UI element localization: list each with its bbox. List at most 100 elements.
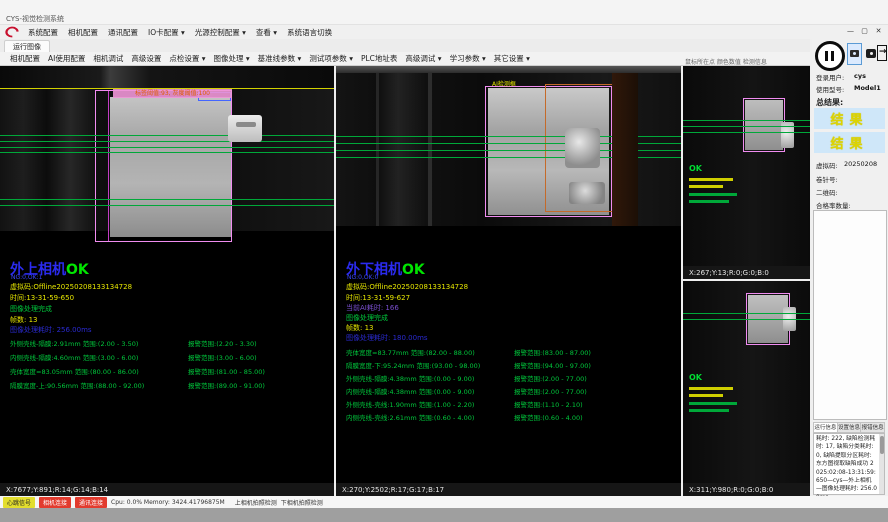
ng-ok-counter: NG:0,OK:1 [11, 274, 42, 281]
camera-toggle-button-selected[interactable] [847, 43, 862, 65]
camera-image-aux-bottom[interactable]: OK [683, 281, 810, 483]
side-control-panel: → 登录用户: cys 使用型号: Model1 总结果: 结果 结果 虚拟码:… [812, 38, 888, 496]
overlay-green-line [683, 319, 810, 320]
pixel-coords-readout: X:270;Y:2502;R:17;G:17;B:17 [336, 483, 681, 496]
measurement-row: 内侧壳线-壳线:2.61mm 范围:(0.60 - 4.00) 报警范围:(0.… [346, 412, 677, 422]
pixel-coords-readout: X:311;Y:980;R:0;G:0;B:0 [683, 483, 810, 496]
result-list-box[interactable] [813, 210, 887, 420]
lower-camera-task: 下相机拍照检测 [281, 498, 323, 507]
menu-language-switch[interactable]: 系统语言切换 [282, 25, 337, 40]
pixel-coords-readout: X:267;Y:13;R:0;G:0;B:0 [683, 266, 810, 279]
tool-advanced-debug[interactable]: 高级调试 ▾ [401, 52, 445, 65]
tab-settings-info[interactable]: 设置信息 [837, 422, 861, 433]
measurement-value: 外侧壳线-隔膜:4.38mm 范围:(0.00 - 9.00) [346, 373, 514, 383]
window-title: CYS-视觉检测系统 [6, 14, 64, 24]
image-top-band [336, 66, 681, 73]
alarm-range: 报警范围:(2.00 - 77.00) [514, 386, 587, 396]
frame-count-line: 帧数: 13 [10, 315, 38, 325]
measurement-row: 隔膜宽度-上:90.56mm 范围:(88.00 - 92.00) 报警范围:(… [10, 380, 330, 390]
login-user-value: cys [854, 72, 866, 80]
model-value: Model1 [854, 84, 881, 92]
qr-label: 二维码: [816, 187, 838, 197]
barcode-label: 虚拟码: [816, 160, 838, 170]
measurement-value: 隔膜宽度-上:90.56mm 范围:(88.00 - 92.00) [10, 380, 188, 390]
overlay-green-line [0, 205, 334, 206]
tool-test-params[interactable]: 测试项参数 ▾ [305, 52, 357, 65]
alarm-range: 报警范围:(94.00 - 97.00) [514, 360, 591, 370]
mouse-pixel-caption: 鼠标所在点 颜色数值 检测信息 [685, 57, 767, 66]
time-line: 时间:13-31-59-627 [346, 293, 410, 303]
menu-view[interactable]: 查看 ▾ [251, 25, 282, 40]
tool-other-settings[interactable]: 其它设置 ▾ [490, 52, 534, 65]
tool-advanced-settings[interactable]: 高级设置 [127, 52, 165, 65]
pixel-coords-readout: X:7677;Y:891;R:14;G:14;B:14 [0, 483, 334, 496]
exit-arrow-icon: → [879, 47, 887, 57]
camera-image-lower[interactable]: AI检测框 [336, 66, 681, 226]
tool-camera-config[interactable]: 相机配置 [6, 52, 44, 65]
status-bar: 心跳信号 相机连接 通讯连接 Cpu: 0.0% Memory: 3424.41… [0, 496, 888, 508]
cpu-memory-readout: Cpu: 0.0% Memory: 3424.41796875M [111, 499, 225, 506]
menu-bar: 系统配置 相机配置 通讯配置 IO卡配置 ▾ 光源控制配置 ▾ 查看 ▾ 系统语… [0, 25, 888, 39]
menu-io-config[interactable]: IO卡配置 ▾ [143, 25, 190, 40]
metal-part [569, 182, 605, 204]
measurement-row: 外侧壳线-隔膜:2.91mm 范围:(2.00 - 3.50) 报警范围:(2.… [10, 338, 330, 348]
alarm-range: 报警范围:(0.60 - 4.00) [514, 412, 583, 422]
threshold-overlay-label: 标签阈值:93, 灰度阈值:100 [113, 89, 232, 98]
tool-baseline-params[interactable]: 基准线参数 ▾ [254, 52, 306, 65]
camera-image-aux-top[interactable]: OK [683, 66, 810, 266]
camera-status-ok: OK [402, 262, 425, 278]
menu-system-config[interactable]: 系统配置 [23, 25, 63, 40]
process-done-line: 图像处理完成 [346, 313, 388, 323]
image-top-band [0, 66, 334, 88]
ng-ok-counter: NG:0,OK:0 [347, 274, 378, 281]
tab-strip: 运行图像 [0, 39, 810, 53]
tool-camera-debug[interactable]: 相机调试 [89, 52, 127, 65]
overlay-magenta-line [108, 91, 109, 241]
run-log-box[interactable]: 耗时: 222, 缺陷检测耗时: 17, 缺陷分类耗时: 0, 缺陷提取分区耗时… [813, 433, 885, 495]
mini-status-ok: OK [689, 373, 702, 382]
camera-status-ok: OK [66, 262, 89, 278]
mini-text-bar [689, 402, 737, 405]
camera-view-upper: 标签阈值:93, 灰度阈值:100 外上相机OK NG:0,OK:1 虚拟码:O… [0, 66, 334, 496]
window-controls: — ▢ ✕ [844, 25, 885, 37]
overlay-green-line [0, 141, 334, 142]
tab-run-info[interactable]: 运行信息 [813, 422, 837, 433]
tab-error-info[interactable]: 报错信息 [860, 422, 885, 433]
menu-comm-config[interactable]: 通讯配置 [103, 25, 143, 40]
close-button[interactable]: ✕ [872, 25, 885, 37]
minimize-button[interactable]: — [844, 25, 857, 37]
camera-link-badge: 相机连接 [39, 497, 71, 508]
menu-light-config[interactable]: 光源控制配置 ▾ [190, 25, 251, 40]
mini-text-bar [689, 185, 723, 188]
tool-learning-params[interactable]: 学习参数 ▾ [446, 52, 490, 65]
pause-button[interactable] [815, 41, 845, 71]
app-window: CYS-视觉检测系统 系统配置 相机配置 通讯配置 IO卡配置 ▾ 光源控制配置… [0, 0, 888, 522]
connector-part [228, 115, 262, 142]
tool-spot-check[interactable]: 点检设置 ▾ [165, 52, 209, 65]
measurement-value: 隔膜宽度-下:95.24mm 范围:(93.00 - 98.00) [346, 360, 514, 370]
frame-count-line: 帧数: 13 [346, 323, 374, 333]
mini-text-bar [689, 387, 733, 390]
heartbeat-badge: 心跳信号 [3, 497, 35, 508]
overlay-green-line [683, 313, 810, 314]
maximize-button[interactable]: ▢ [858, 25, 871, 37]
upper-camera-task: 上相机拍照检测 [235, 498, 277, 507]
tool-ai-usage-config[interactable]: AI使用配置 [44, 52, 89, 65]
total-result-label: 总结果: [816, 97, 843, 108]
menu-camera-config[interactable]: 相机配置 [63, 25, 103, 40]
alarm-range: 报警范围:(89.00 - 91.00) [188, 380, 265, 390]
tool-plc-address[interactable]: PLC地址表 [357, 52, 401, 65]
alarm-range: 报警范围:(81.00 - 85.00) [188, 366, 265, 376]
measurement-value: 内侧壳线-壳线:2.61mm 范围:(0.60 - 4.00) [346, 412, 514, 422]
mini-status-ok: OK [689, 164, 702, 173]
tool-image-processing[interactable]: 图像处理 ▾ [210, 52, 254, 65]
exit-button[interactable]: → [876, 43, 888, 65]
measurement-value: 壳体宽度=83.77mm 范围:(82.00 - 88.00) [346, 347, 514, 357]
log-scrollbar-thumb[interactable] [880, 436, 884, 454]
measurement-value: 外侧壳线-隔膜:2.91mm 范围:(2.00 - 3.50) [10, 338, 188, 348]
camera-image-upper[interactable]: 标签阈值:93, 灰度阈值:100 [0, 66, 334, 231]
overlay-green-line [0, 135, 334, 136]
camera-view-aux-bottom: OK X:311;Y:980;R:0;G:0;B:0 [683, 281, 810, 496]
overlay-green-line [0, 147, 334, 148]
log-scrollbar[interactable] [879, 434, 884, 494]
